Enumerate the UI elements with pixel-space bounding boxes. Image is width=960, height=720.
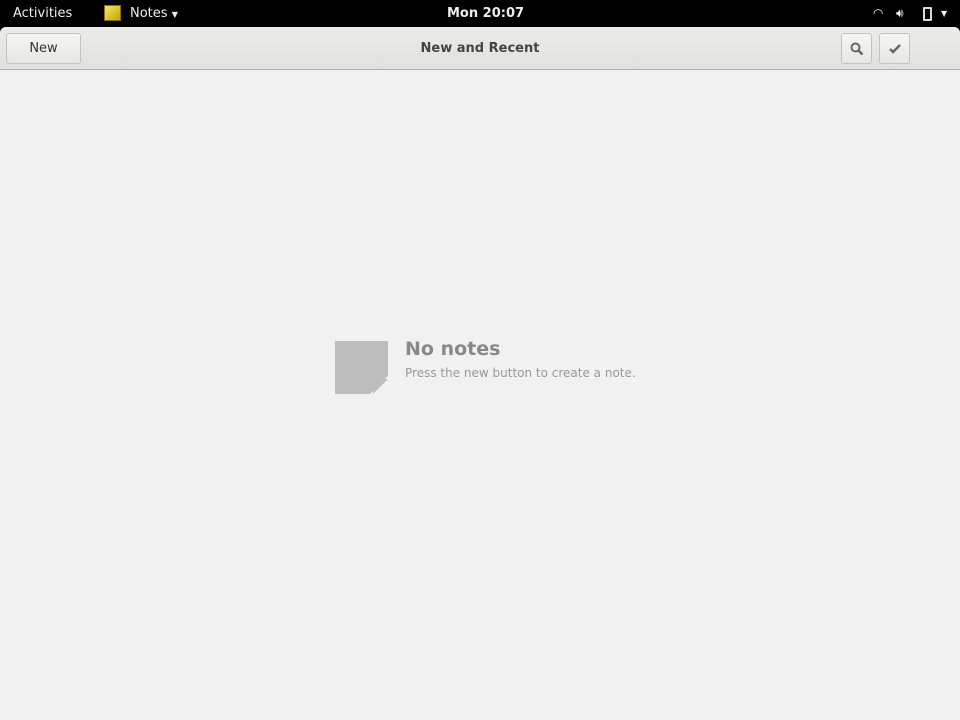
- top-bar: Activities Notes ▼ Mon 20:07 ◠ 🔊︎ ▼: [0, 0, 960, 27]
- header-bar: New New and Recent: [0, 27, 960, 70]
- page-title: New and Recent: [420, 41, 540, 56]
- selection-mode-button[interactable]: [879, 33, 910, 64]
- wifi-icon[interactable]: ◠: [873, 6, 883, 20]
- battery-icon[interactable]: [923, 7, 932, 21]
- system-menu-chevron-icon[interactable]: ▼: [941, 9, 947, 18]
- activities-button[interactable]: Activities: [13, 6, 72, 21]
- volume-icon[interactable]: 🔊︎: [896, 6, 904, 21]
- checkmark-icon: [888, 43, 901, 54]
- notes-app-icon: [104, 5, 121, 21]
- search-button[interactable]: [841, 33, 872, 64]
- empty-state-subtitle: Press the new button to create a note.: [405, 366, 636, 380]
- notes-window: New New and Recent No notes Press the ne…: [0, 27, 960, 720]
- empty-state-title: No notes: [405, 338, 501, 360]
- app-menu-label: Notes: [130, 6, 168, 21]
- clock[interactable]: Mon 20:07: [447, 6, 524, 21]
- app-menu[interactable]: Notes ▼: [130, 6, 178, 21]
- search-icon: [850, 42, 863, 55]
- chevron-down-icon: ▼: [171, 10, 178, 19]
- note-icon: [335, 341, 388, 394]
